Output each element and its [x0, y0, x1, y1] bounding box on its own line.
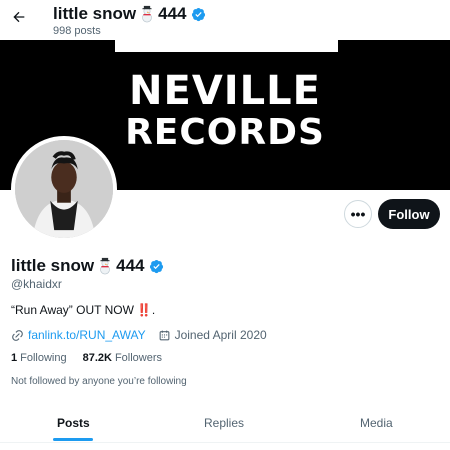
profile-name-suffix: 444 — [116, 256, 145, 275]
follow-counts: 1 Following 87.2K Followers — [11, 352, 178, 364]
verified-badge-icon — [191, 7, 206, 22]
profile-bio: “Run Away” OUT NOW ‼️ . — [11, 303, 155, 317]
followers-count: 87.2K — [82, 352, 112, 364]
followers-you-know-notice: Not followed by anyone you’re following — [11, 376, 187, 387]
back-button[interactable] — [4, 4, 34, 34]
bio-text: “Run Away” OUT NOW — [11, 303, 134, 317]
followers-label: Followers — [114, 352, 163, 364]
tab-media[interactable]: Media — [360, 416, 393, 430]
tab-replies[interactable]: Replies — [204, 416, 244, 430]
profile-name: little snow 444 — [11, 256, 164, 276]
post-count: 998 posts — [53, 25, 101, 37]
snowman-icon — [96, 257, 114, 275]
following-count: 1 — [11, 352, 18, 364]
bio-end: . — [151, 303, 156, 317]
snowman-icon — [138, 5, 156, 23]
profile-handle: @khaidxr — [11, 277, 62, 291]
avatar[interactable] — [11, 136, 117, 242]
more-options-button[interactable]: ••• — [344, 200, 372, 228]
arrow-left-icon — [11, 9, 27, 30]
following-link[interactable]: 1 Following — [11, 352, 67, 364]
joined-date: Joined April 2020 — [158, 328, 267, 342]
more-icon: ••• — [350, 206, 366, 222]
link-icon — [11, 329, 24, 342]
top-bar: little snow 444 998 posts — [0, 0, 450, 40]
follow-button[interactable]: Follow — [378, 199, 440, 229]
banner-strip — [115, 40, 338, 52]
following-label: Following — [20, 352, 67, 364]
header-name-suffix: 444 — [158, 4, 187, 23]
profile-tabs: Posts Replies Media — [0, 400, 450, 450]
followers-link[interactable]: 87.2K Followers — [83, 352, 162, 364]
banner-text-line1: NEVILLE — [129, 68, 321, 114]
tabs-divider — [0, 442, 450, 443]
header-title: little snow 444 — [53, 4, 206, 24]
double-exclamation-icon: ‼️ — [136, 303, 152, 317]
header-name: little snow — [53, 4, 137, 23]
profile-meta: fanlink.to/RUN_AWAY Joined April 2020 — [11, 328, 267, 342]
joined-text: Joined April 2020 — [174, 328, 267, 342]
verified-badge-icon[interactable] — [149, 259, 164, 274]
profile-website-link[interactable]: fanlink.to/RUN_AWAY — [28, 328, 146, 342]
calendar-icon — [158, 329, 171, 342]
avatar-photo — [15, 140, 113, 238]
tab-posts[interactable]: Posts — [57, 416, 90, 430]
active-tab-indicator — [53, 438, 93, 441]
profile-name-text: little snow — [11, 256, 95, 275]
